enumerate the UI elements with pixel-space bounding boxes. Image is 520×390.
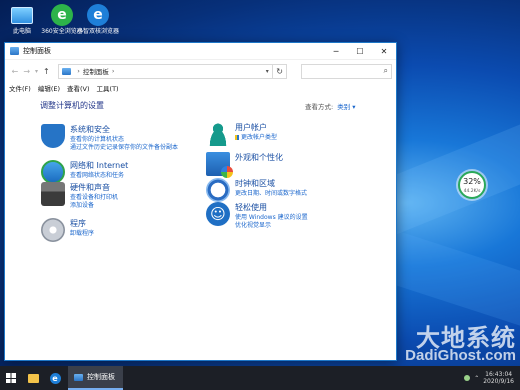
taskbar-task-control-panel[interactable]: 控制面板 [68,366,123,390]
computer-icon [11,7,33,24]
start-button[interactable] [0,366,22,390]
clock-date: 2020/9/16 [483,378,514,385]
desktop-icon-this-pc[interactable]: 此电脑 [0,4,44,35]
recent-dropdown-icon[interactable]: ▾ [33,68,41,75]
appearance-icon[interactable] [206,152,233,178]
up-arrow-icon[interactable]: ↑ [40,67,52,76]
menu-file[interactable]: 文件(F) [9,83,31,93]
windows-logo-icon [6,373,16,383]
taskbar-file-explorer[interactable] [22,366,44,390]
control-panel-window: 控制面板 ─ ☐ ✕ ← → ▾ ↑ › 控制面板 › ▾ ↻ ⌕ 文件(F) … [4,42,397,361]
category-title[interactable]: 外观和个性化 [235,152,283,163]
page-title: 调整计算机的设置 [40,101,104,110]
desktop-icon-ie-browser[interactable]: e 小智双核浏览器 [76,4,120,35]
category-link[interactable]: 查看你的计算机状态 [70,136,178,144]
category-title[interactable]: 用户帐户 [235,122,277,133]
usage-percent: 32% [463,177,481,186]
task-label: 控制面板 [87,373,115,381]
shield-icon[interactable] [41,124,65,148]
forward-arrow-icon[interactable]: → [21,67,33,76]
view-by-dropdown[interactable]: 类别 ▾ [337,103,355,111]
desktop-icon-label: 小智双核浏览器 [76,28,119,35]
360-browser-icon: e [51,4,73,26]
title-bar[interactable]: 控制面板 ─ ☐ ✕ [5,43,396,60]
category-title[interactable]: 轻松使用 [235,202,308,213]
address-bar[interactable]: › 控制面板 › ▾ [58,63,273,79]
taskbar: e 控制面板 ⌃ 16:43:04 2020/9/16 [0,366,520,390]
system-tray: ⌃ 16:43:04 2020/9/16 [464,371,520,385]
close-button[interactable]: ✕ [372,43,396,60]
category-title[interactable]: 程序 [70,218,94,229]
category-appearance: 外观和个性化 [206,152,283,178]
category-user-accounts: 用户帐户 更改帐户类型 [206,122,277,146]
address-dropdown-icon[interactable]: ▾ [266,68,269,75]
watermark: 大地系统 DadiGhost.com [372,318,518,364]
category-link[interactable]: 使用 Windows 建议的设置 [235,214,308,222]
ie-browser-icon: e [49,372,61,384]
control-panel-icon [74,373,83,381]
category-clock-region: 时钟和区域 更改日期、时间或数字格式 [206,178,307,202]
taskbar-browser[interactable]: e [44,366,66,390]
printer-icon[interactable] [41,182,65,206]
menu-view[interactable]: 查看(V) [67,83,90,93]
category-link[interactable]: 卸载程序 [70,230,94,238]
category-ease-of-access: ☺ 轻松使用 使用 Windows 建议的设置 优化视觉显示 [206,202,308,230]
programs-icon[interactable] [41,218,65,242]
search-icon: ⌕ [383,66,388,75]
search-input[interactable]: ⌕ [301,63,392,79]
category-system-security: 系统和安全 查看你的计算机状态 通过文件历史记录保存你的文件备份副本 [41,124,178,152]
desktop-icon-label: 此电脑 [12,28,31,35]
breadcrumb-chevron-icon: › [77,67,80,75]
view-by: 查看方式: 类别 ▾ [305,101,356,111]
back-arrow-icon[interactable]: ← [9,67,21,76]
window-title: 控制面板 [23,47,51,55]
category-link[interactable]: 更改帐户类型 [235,134,277,142]
category-link[interactable]: 优化视觉显示 [235,222,308,230]
clock-time: 16:43:04 [485,371,513,378]
category-title[interactable]: 硬件和声音 [70,182,118,193]
folder-icon [27,373,39,383]
maximize-button[interactable]: ☐ [348,43,372,60]
network-speed: 44.2K/s [463,189,481,194]
category-link[interactable]: 查看网络状态和任务 [70,172,128,180]
view-by-label: 查看方式: [305,103,334,111]
category-title[interactable]: 时钟和区域 [235,178,307,189]
menu-edit[interactable]: 编辑(E) [38,83,60,93]
user-icon[interactable] [206,122,230,146]
category-link[interactable]: 添加设备 [70,202,118,210]
breadcrumb[interactable]: 控制面板 [83,66,109,76]
ie-browser-icon: e [87,4,109,26]
tray-chevron-icon[interactable]: ⌃ [474,375,479,382]
network-speed-widget[interactable]: 32% 44.2K/s [458,171,486,199]
watermark-url: DadiGhost.com [405,347,516,364]
wallpaper-beam [395,114,520,235]
category-network-internet: 网络和 Internet 查看网络状态和任务 [41,160,128,184]
category-title[interactable]: 网络和 Internet [70,160,128,171]
control-panel-icon [62,67,72,75]
clock-icon[interactable] [206,178,230,202]
category-link[interactable]: 通过文件历史记录保存你的文件备份副本 [70,144,178,152]
menu-tools[interactable]: 工具(T) [97,83,119,93]
category-programs: 程序 卸载程序 [41,218,94,242]
menu-bar: 文件(F) 编辑(E) 查看(V) 工具(T) [5,82,396,94]
network-globe-icon[interactable] [41,160,65,184]
category-hardware-sound: 硬件和声音 查看设备和打印机 添加设备 [41,182,118,210]
category-link[interactable]: 查看设备和打印机 [70,194,118,202]
accessibility-icon[interactable]: ☺ [206,202,230,226]
navigation-bar: ← → ▾ ↑ › 控制面板 › ▾ ↻ ⌕ [5,60,396,82]
minimize-button[interactable]: ─ [324,43,348,60]
category-link[interactable]: 更改日期、时间或数字格式 [235,190,307,198]
breadcrumb-chevron-icon[interactable]: › [112,67,115,75]
tray-app-icon[interactable] [464,375,471,381]
category-title[interactable]: 系统和安全 [70,124,178,135]
control-panel-icon [10,47,19,55]
taskbar-clock[interactable]: 16:43:04 2020/9/16 [483,371,514,385]
refresh-icon[interactable]: ↻ [272,63,288,79]
